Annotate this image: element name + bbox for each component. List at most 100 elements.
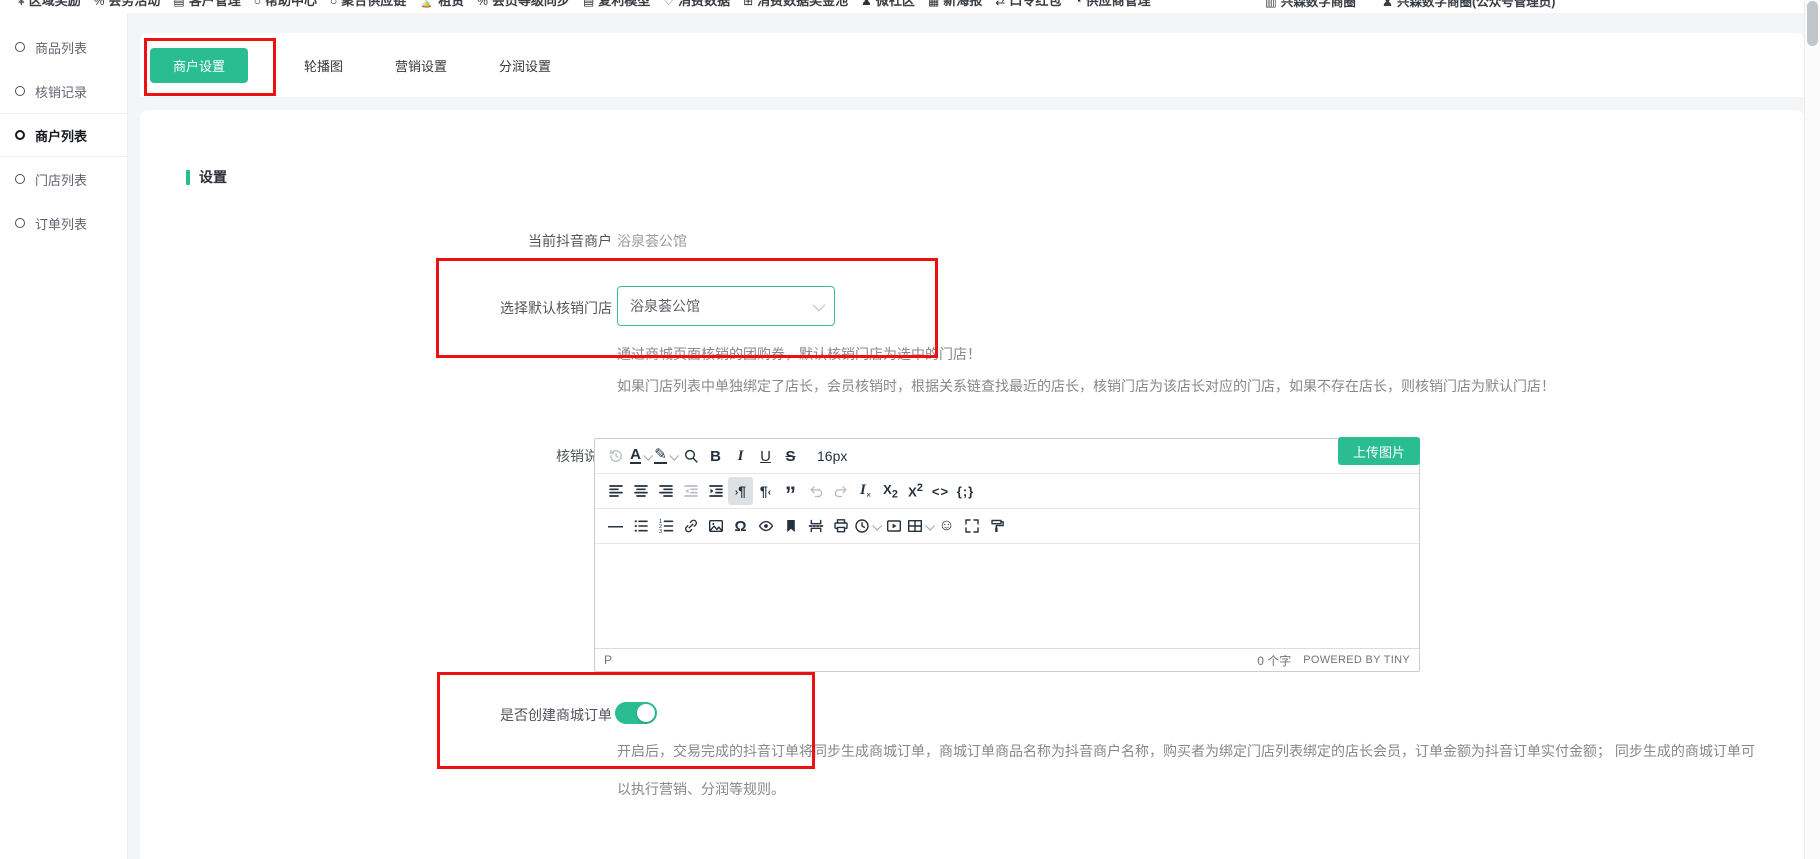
tab-营销设置[interactable]: 营销设置 [395, 56, 447, 75]
align-right-icon [658, 483, 674, 499]
clear-formatting-button[interactable]: I× [853, 477, 878, 505]
nav-account-label: 兴森数字商圈(公众号管理员) [1397, 0, 1555, 12]
nav-item-10[interactable]: ⊞ 消费数据奖金池 [743, 0, 848, 11]
align-left-icon [608, 483, 624, 499]
restore-draft-button[interactable] [603, 442, 628, 470]
special-character-button[interactable]: Ω [728, 512, 753, 540]
editor-content-area[interactable] [595, 544, 1419, 648]
sidebar-item-订单列表[interactable]: 订单列表 [0, 201, 127, 245]
nav-account-label: 兴森数字商圈 [1281, 0, 1356, 12]
search-and-replace-button[interactable] [678, 442, 703, 470]
nav-item-12[interactable]: ▦新海报 [928, 0, 982, 11]
nav-item-5[interactable]: ○聚合供应链 [330, 0, 406, 11]
sidebar-item-label: 商品列表 [35, 38, 87, 57]
tab-分润设置[interactable]: 分润设置 [499, 56, 551, 75]
store-note: 如果门店列表中单独绑定了店长，会员核销时，根据关系链查找最近的店长，核销门店为该… [617, 376, 1555, 396]
strikethrough-button[interactable]: S [778, 442, 803, 470]
insert-link-button[interactable] [678, 512, 703, 540]
outdent-button[interactable] [678, 477, 703, 505]
upload-image-button[interactable]: 上传图片 [1338, 437, 1420, 465]
sidebar-item-门店列表[interactable]: 门店列表 [0, 157, 127, 201]
top-nav-accounts: ▥兴森数字商圈 ♟ 兴森数字商圈(公众号管理员) [1265, 0, 1555, 12]
page-break-button[interactable] [803, 512, 828, 540]
undo-button[interactable] [803, 477, 828, 505]
preview-button[interactable] [753, 512, 778, 540]
user-icon: ♟ [1382, 0, 1393, 12]
nav-item-3[interactable]: ▤客户管理 [173, 0, 240, 11]
nav-item-label: 消费数据奖金池 [757, 0, 848, 11]
horizontal-rule-icon: — [608, 518, 623, 535]
align-left-button[interactable] [603, 477, 628, 505]
svg-text:3: 3 [659, 529, 662, 534]
sidebar-item-label: 订单列表 [35, 214, 87, 233]
nav-item-label: 口令红包 [1009, 0, 1061, 11]
nav-item-4[interactable]: ○帮助中心 [254, 0, 317, 11]
superscript-button[interactable]: X2 [903, 477, 928, 505]
blockquote-button[interactable]: ” [778, 477, 803, 505]
emoticons-button[interactable]: ☺ [934, 512, 959, 540]
align-right-button[interactable] [653, 477, 678, 505]
table-button[interactable] [906, 512, 934, 540]
numbered-list-button[interactable]: 123 [653, 512, 678, 540]
source-code-button[interactable]: <> [928, 477, 953, 505]
create-order-toggle[interactable] [615, 702, 657, 724]
nav-account-2[interactable]: ♟ 兴森数字商圈(公众号管理员) [1382, 0, 1556, 12]
horizontal-rule-button[interactable]: — [603, 512, 628, 540]
code-sample-button[interactable]: {;} [953, 477, 978, 505]
nav-item-label: 区域奖励 [29, 0, 81, 11]
insert-datetime-button[interactable] [853, 512, 881, 540]
scrollbar-thumb[interactable] [1807, 1, 1818, 46]
nav-item-13[interactable]: ⇄口令红包 [995, 0, 1061, 11]
align-center-button[interactable] [628, 477, 653, 505]
editor-toolbar-row3: — 123 Ω ☺ [595, 509, 1419, 544]
subscript-button[interactable]: X2 [878, 477, 903, 505]
left-to-right-button[interactable]: ›¶ [728, 477, 753, 505]
nav-item-2[interactable]: %会务活动 [94, 0, 161, 11]
sidebar-item-商户列表[interactable]: 商户列表 [0, 113, 127, 157]
right-to-left-button[interactable]: ¶‹ [753, 477, 778, 505]
insert-media-button[interactable] [881, 512, 906, 540]
nav-item-1[interactable]: ¥区域奖励 [18, 0, 81, 11]
format-painter-button[interactable] [984, 512, 1009, 540]
italic-button[interactable]: I [728, 442, 753, 470]
drawer-handle[interactable] [129, 36, 141, 100]
redo-button[interactable] [828, 477, 853, 505]
highlight-color-button[interactable]: ✎ [653, 442, 678, 470]
insert-image-button[interactable] [703, 512, 728, 540]
bold-button[interactable]: B [703, 442, 728, 470]
nav-account-1[interactable]: ▥兴森数字商圈 [1265, 0, 1356, 12]
anchor-button[interactable] [778, 512, 803, 540]
print-button[interactable] [828, 512, 853, 540]
sidebar-item-label: 门店列表 [35, 170, 87, 189]
nav-item-6[interactable]: ⌛租赁 [419, 0, 464, 11]
clear-formatting-icon: I× [860, 482, 871, 500]
sidebar-item-核销记录[interactable]: 核销记录 [0, 69, 127, 113]
nav-item-label: 会务活动 [108, 0, 160, 11]
search-and-replace-icon [683, 448, 699, 464]
nav-item-9[interactable]: ♡消费数据 [663, 0, 730, 11]
nav-item-11[interactable]: ♟微社区 [861, 0, 915, 11]
font-size-select[interactable]: 16px [817, 442, 913, 470]
plus-square-icon: ⊞ [743, 0, 753, 11]
insert-image-icon [708, 518, 724, 534]
circle-icon: ○ [330, 0, 337, 11]
tab-轮播图[interactable]: 轮播图 [304, 56, 343, 75]
bullet-list-button[interactable] [628, 512, 653, 540]
nav-item-label: 客户管理 [189, 0, 241, 11]
format-painter-icon [989, 518, 1005, 534]
nav-item-7[interactable]: %会员等级同步 [477, 0, 570, 11]
store-select[interactable]: 浴泉荟公馆 [617, 286, 835, 326]
indent-button[interactable] [703, 477, 728, 505]
nav-item-label: 供应商管理 [1086, 0, 1151, 11]
fullscreen-button[interactable] [959, 512, 984, 540]
text-color-button[interactable]: A [628, 442, 653, 470]
nav-item-14[interactable]: ◔供应商管理 [1074, 0, 1150, 11]
sidebar-item-商品列表[interactable]: 商品列表 [0, 25, 127, 69]
tab-商户设置[interactable]: 商户设置 [150, 48, 248, 83]
rich-text-editor: A✎BIUS16px ›¶¶‹”I×X2X2<>{;} —123Ω☺ P 0 个… [594, 438, 1420, 672]
underline-button[interactable]: U [753, 442, 778, 470]
merchant-label: 当前抖音商户 [528, 231, 612, 251]
nav-item-8[interactable]: ▤复利模型 [583, 0, 650, 11]
sidebar-item-label: 商户列表 [35, 126, 87, 145]
left-to-right-icon: ›¶ [735, 483, 746, 499]
